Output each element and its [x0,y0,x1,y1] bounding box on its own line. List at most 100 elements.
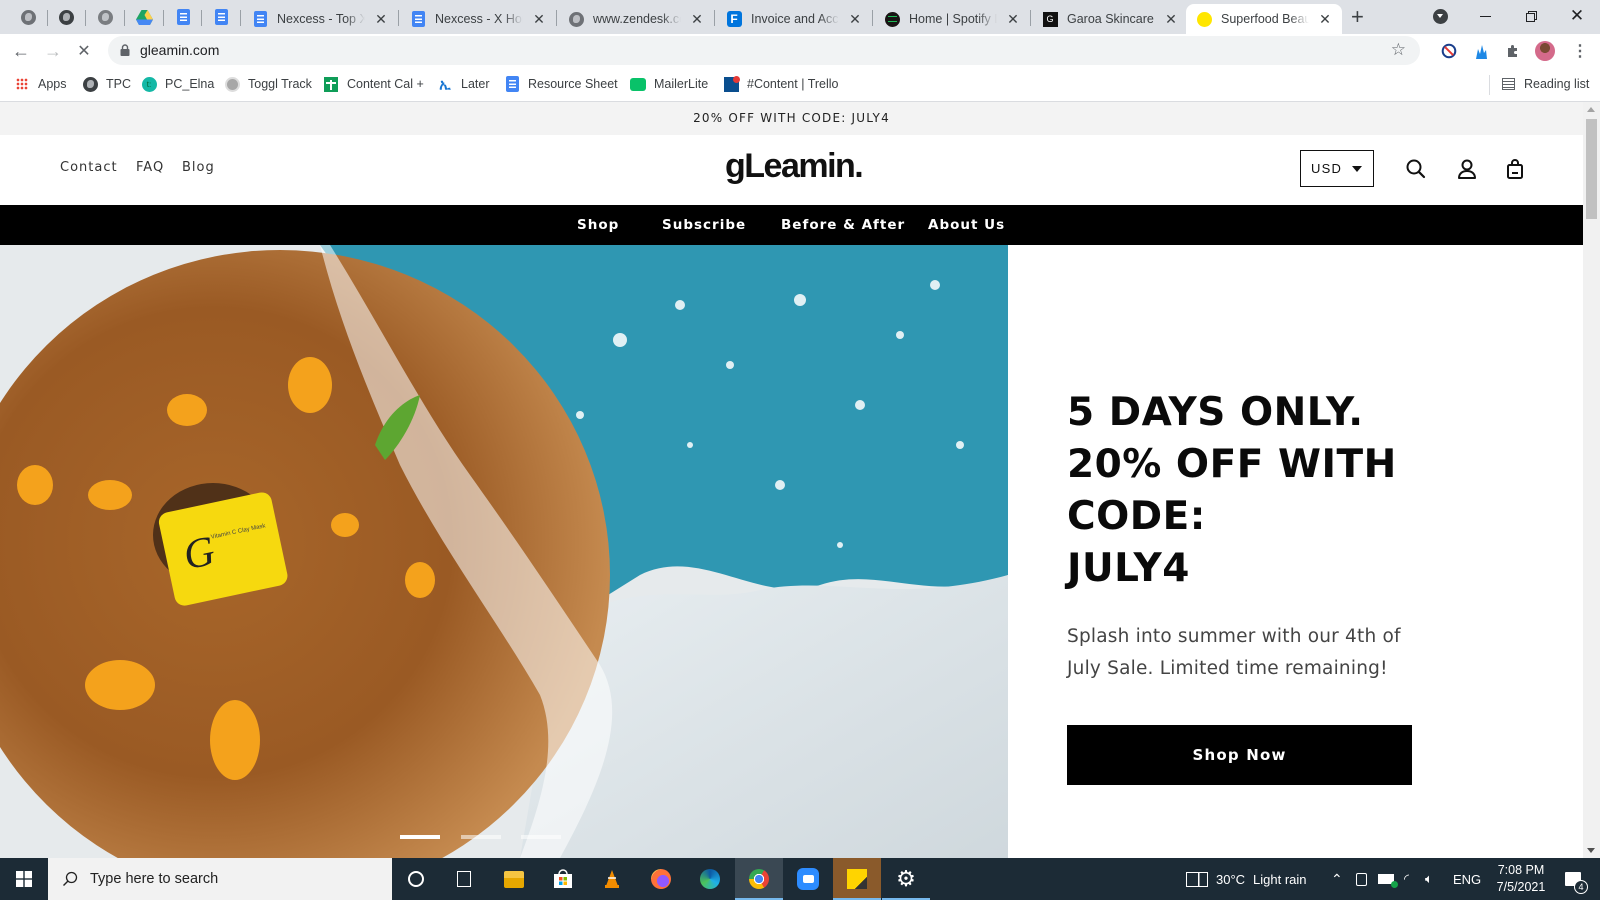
forward-button[interactable]: → [40,38,66,64]
chrome-menu-button[interactable]: ⋮ [1570,41,1590,61]
weather-widget[interactable]: 30°C Light rain [1186,858,1307,900]
close-tab-icon[interactable]: ✕ [689,11,705,28]
scroll-down-arrow-icon[interactable] [1587,848,1595,853]
extension-block[interactable] [1439,41,1459,61]
bookmark-star-icon[interactable]: ☆ [1391,40,1406,60]
tab-nexcess-top[interactable]: Nexcess - Top X Ecommerce ✕ [242,4,396,34]
new-tab-button[interactable]: + [1351,4,1364,30]
taskbar-vlc[interactable] [588,858,636,900]
bookmark-toggl[interactable]: Toggl Track [224,75,312,93]
tray-volume[interactable]: 🔈︎ [1425,858,1433,900]
extensions-button[interactable] [1503,41,1523,61]
blog-link[interactable]: Blog [182,160,215,175]
extension-later[interactable] [1471,41,1491,61]
tab-search-button[interactable] [1433,9,1448,24]
taskbar-file-explorer[interactable] [490,858,538,900]
url-text[interactable]: gleamin.com [140,42,219,58]
carousel-dot-2[interactable] [461,835,501,839]
close-tab-icon[interactable]: ✕ [373,11,389,28]
pinned-tab-5[interactable] [173,7,193,27]
system-clock[interactable]: 7:08 PM 7/5/2021 [1490,858,1552,900]
bookmark-tpc[interactable]: TPC [82,75,131,93]
globe-icon [97,9,113,25]
gleamin-favicon [1196,11,1212,27]
tab-superfood-beauty-active[interactable]: Superfood Beauty ✕ [1186,4,1342,34]
hero-image[interactable]: G Vitamin C Clay Mask [0,245,1008,858]
bookmark-apps[interactable]: Apps [14,75,67,93]
cortana-button[interactable] [392,858,440,900]
scrollbar-thumb[interactable] [1586,119,1597,219]
action-center-button[interactable]: 4 [1558,858,1588,900]
contact-link[interactable]: Contact [60,160,118,175]
site-logo[interactable]: gLeamin. [725,147,864,186]
close-window-button[interactable]: ✕ [1554,0,1600,32]
shopping-bag-icon[interactable] [1503,157,1527,181]
input-language[interactable]: ENG [1453,858,1481,900]
carousel-dot-1-active[interactable] [400,835,440,839]
search-icon[interactable] [1404,157,1428,181]
tray-battery[interactable] [1378,858,1398,900]
currency-selector[interactable]: USD [1300,150,1374,187]
taskbar-chrome[interactable] [735,858,783,900]
shop-now-button[interactable]: Shop Now [1067,725,1412,785]
pinned-tab-1[interactable] [18,7,38,27]
chevron-down-icon [1437,14,1443,18]
nav-about-us[interactable]: About Us [928,205,1005,245]
close-tab-icon[interactable]: ✕ [847,11,863,28]
profile-avatar[interactable] [1535,41,1555,61]
scroll-up-arrow-icon[interactable] [1587,107,1595,112]
tab-nexcess-home[interactable]: Nexcess - X Homepage ✕ [400,4,554,34]
promo-announcement-bar[interactable]: 20% OFF WITH CODE: JULY4 [0,102,1583,135]
hero-banner: G Vitamin C Clay Mask 5 DAYS ONLY. 20% O… [0,245,1583,858]
tab-zendesk[interactable]: www.zendesk.com ✕ [558,4,712,34]
spotify-icon [884,11,900,27]
nav-shop[interactable]: Shop [577,205,619,245]
reading-list-button[interactable]: Reading list [1500,75,1589,93]
account-icon[interactable] [1455,157,1479,181]
stop-loading-button[interactable]: ✕ [71,38,97,64]
clock-date: 7/5/2021 [1496,880,1546,894]
minimize-button[interactable] [1462,0,1508,32]
back-button[interactable]: ← [8,38,34,64]
nav-subscribe[interactable]: Subscribe [662,205,746,245]
close-tab-icon[interactable]: ✕ [1005,11,1021,28]
address-bar[interactable]: gleamin.com ☆ [108,36,1420,65]
tab-invoice[interactable]: F Invoice and Accounting ✕ [716,4,870,34]
bookmark-later[interactable]: ኢ Later [437,75,489,93]
close-tab-icon[interactable]: ✕ [1317,11,1333,28]
taskbar-zoom[interactable] [784,858,832,900]
pinned-tab-3[interactable] [95,7,115,27]
carousel-dot-3[interactable] [521,835,561,839]
pinned-tab-2[interactable] [56,7,76,27]
tab-garoa[interactable]: G Garoa Skincare ✕ [1032,4,1186,34]
tray-network[interactable]: ◜ [1404,858,1409,900]
bookmark-trello[interactable]: #Content | Trello [723,75,839,93]
taskbar-firefox[interactable] [637,858,685,900]
nav-before-after[interactable]: Before & After [781,205,905,245]
close-tab-icon[interactable]: ✕ [531,11,547,28]
taskbar-edge[interactable] [686,858,734,900]
restore-button[interactable] [1508,0,1554,32]
bookmark-mailerlite[interactable]: MailerLite [630,75,708,93]
page-scrollbar[interactable] [1583,102,1600,858]
start-button[interactable] [0,858,48,900]
tab-spotify[interactable]: Home | Spotify Dashboard ✕ [874,4,1028,34]
faq-link[interactable]: FAQ [136,160,164,175]
close-tab-icon[interactable]: ✕ [1163,11,1179,28]
bookmark-content-cal[interactable]: Content Cal + [323,75,424,93]
bookmark-pc-elna[interactable]: t: PC_Elna [141,75,214,93]
show-hidden-icons[interactable]: ⌃ [1331,858,1343,900]
taskbar-sticky-notes[interactable] [833,858,881,900]
taskbar-settings[interactable]: ⚙ [882,858,930,900]
pinned-tab-4[interactable] [134,7,154,27]
task-view-button[interactable] [440,858,488,900]
restore-icon [1525,10,1537,22]
bookmark-resource-sheet[interactable]: Resource Sheet [504,75,618,93]
taskbar-microsoft-store[interactable] [539,858,587,900]
pinned-tab-6[interactable] [211,7,231,27]
folder-icon [504,870,524,888]
tab-separator [47,10,48,26]
taskbar-search-box[interactable]: Type here to search [48,858,392,900]
tab-title: Nexcess - X Homepage [435,12,523,26]
tray-meet-now[interactable] [1356,858,1367,900]
